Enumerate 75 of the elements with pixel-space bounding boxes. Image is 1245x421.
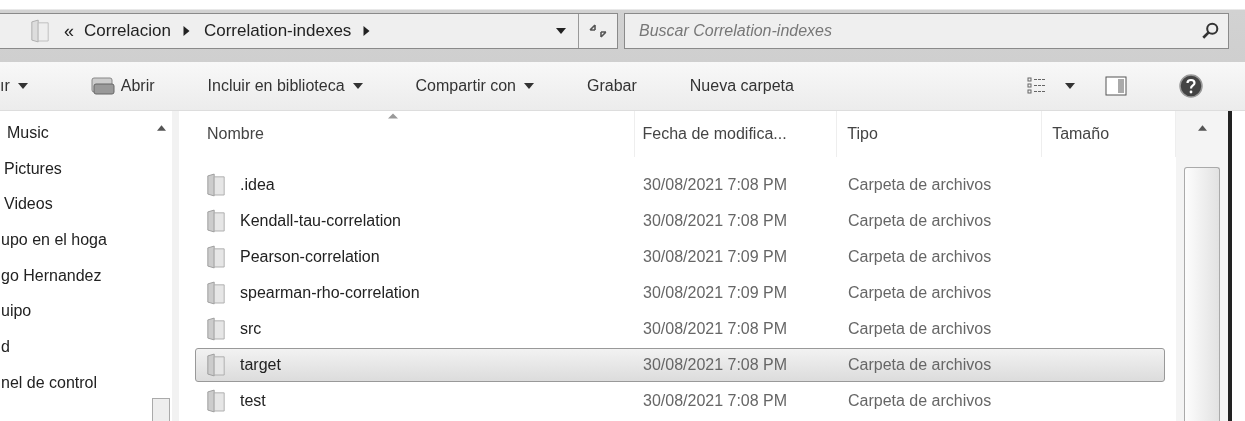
folder-icon bbox=[206, 353, 226, 377]
toolbar-button[interactable]: Abrir bbox=[89, 71, 155, 101]
scroll-up-icon[interactable] bbox=[156, 125, 166, 131]
navigation-item[interactable]: uipo bbox=[1, 299, 150, 336]
type-cell-text: Carpeta de archivos bbox=[847, 212, 993, 230]
date-cell-text: 30/08/2021 7:08 PM bbox=[642, 392, 789, 410]
navigation-item[interactable]: d bbox=[1, 335, 150, 371]
file-name: test bbox=[240, 392, 266, 410]
file-row[interactable]: target 30/08/2021 7:08 PM Carpeta de archivos bbox=[195, 348, 1165, 382]
toolbar-button[interactable]: Incluir en biblioteca bbox=[207, 73, 363, 99]
breadcrumb[interactable]: Correlacion bbox=[84, 21, 171, 41]
navigation-item[interactable]: upo en el hoga bbox=[1, 228, 150, 264]
search-icon[interactable] bbox=[1201, 22, 1219, 40]
folder-icon bbox=[206, 173, 226, 197]
folder-icon bbox=[206, 245, 226, 269]
type-cell-text: Carpeta de archivos bbox=[847, 392, 993, 410]
preview-pane-icon[interactable] bbox=[1105, 76, 1127, 96]
open-icon bbox=[89, 75, 116, 97]
scrollbar-thumb[interactable] bbox=[1184, 167, 1220, 421]
navigation-item[interactable]: Videos bbox=[4, 192, 150, 229]
caret-icon bbox=[352, 83, 363, 89]
column-header[interactable]: Nombre bbox=[183, 111, 635, 157]
type-cell-text: Carpeta de archivos bbox=[847, 356, 993, 374]
navigation-item[interactable]: Music bbox=[7, 121, 150, 157]
date-cell-text: 30/08/2021 7:08 PM bbox=[642, 356, 789, 374]
toolbar-button[interactable]: Nueva carpeta bbox=[689, 73, 794, 99]
details-view-icon[interactable] bbox=[1027, 77, 1047, 95]
refresh-icon[interactable] bbox=[587, 22, 609, 40]
type-cell-text: Carpeta de archivos bbox=[847, 320, 993, 338]
file-row[interactable]: test 30/08/2021 7:08 PM Carpeta de archivos bbox=[195, 384, 1165, 418]
file-row[interactable]: .idea 30/08/2021 7:08 PM Carpeta de archivos bbox=[195, 168, 1165, 202]
file-row[interactable]: Kendall-tau-correlation 30/08/2021 7:08 PM Carpeta de archivos bbox=[195, 204, 1165, 238]
column-header[interactable]: Fecha de modifica... bbox=[634, 111, 838, 157]
folder-icon bbox=[30, 19, 50, 43]
file-name: .idea bbox=[240, 176, 275, 194]
scrollbar-thumb[interactable] bbox=[152, 398, 170, 421]
folder-icon bbox=[206, 389, 226, 413]
overflow-chevron[interactable]: « bbox=[64, 20, 74, 42]
toolbar-button[interactable]: Compartir con bbox=[415, 73, 534, 99]
file-name: spearman-rho-correlation bbox=[240, 284, 420, 302]
folder-icon bbox=[206, 317, 226, 341]
chevron-icon[interactable] bbox=[363, 26, 371, 36]
date-cell-text: 30/08/2021 7:08 PM bbox=[642, 320, 789, 338]
type-cell-text: Carpeta de archivos bbox=[847, 176, 993, 194]
search-field[interactable]: Buscar Correlation-indexes bbox=[624, 13, 1229, 49]
file-name: Pearson-correlation bbox=[240, 248, 380, 266]
navigation-item[interactable]: Pictures bbox=[4, 156, 150, 193]
folder-icon bbox=[206, 281, 226, 305]
file-name: src bbox=[240, 320, 262, 338]
column-header[interactable]: Tipo bbox=[837, 111, 1043, 157]
caret-icon bbox=[524, 83, 534, 89]
toolbar-button[interactable]: ır bbox=[0, 73, 28, 99]
help-icon[interactable] bbox=[1179, 74, 1203, 98]
file-name: target bbox=[240, 356, 281, 374]
file-row[interactable]: src 30/08/2021 7:08 PM Carpeta de archivos bbox=[195, 312, 1165, 346]
type-cell-text: Carpeta de archivos bbox=[847, 248, 993, 266]
dropdown-icon[interactable] bbox=[556, 28, 566, 34]
chevron-icon[interactable] bbox=[182, 26, 190, 36]
navigation-item[interactable]: go Hernandez bbox=[1, 263, 150, 300]
folder-icon bbox=[206, 209, 226, 233]
date-cell-text: 30/08/2021 7:09 PM bbox=[642, 284, 789, 302]
toolbar-button[interactable]: Grabar bbox=[587, 73, 637, 99]
date-cell-text: 30/08/2021 7:09 PM bbox=[642, 248, 789, 266]
date-cell-text: 30/08/2021 7:08 PM bbox=[642, 176, 789, 194]
file-row[interactable]: spearman-rho-correlation 30/08/2021 7:09 PM Carpeta de archivos bbox=[195, 276, 1165, 310]
file-row[interactable]: Pearson-correlation 30/08/2021 7:09 PM Carpeta de archivos bbox=[195, 240, 1165, 274]
scroll-up-icon[interactable] bbox=[1197, 125, 1207, 131]
file-name: Kendall-tau-correlation bbox=[240, 212, 401, 230]
date-cell-text: 30/08/2021 7:08 PM bbox=[642, 212, 789, 230]
navigation-item[interactable]: nel de control bbox=[1, 370, 150, 407]
breadcrumb[interactable]: Correlation-indexes bbox=[203, 21, 352, 41]
caret-icon[interactable] bbox=[1065, 83, 1075, 89]
address-bar[interactable]: « Correlacion Correlation-indexes bbox=[0, 13, 618, 49]
type-cell-text: Carpeta de archivos bbox=[847, 284, 993, 302]
caret-icon bbox=[17, 83, 28, 89]
